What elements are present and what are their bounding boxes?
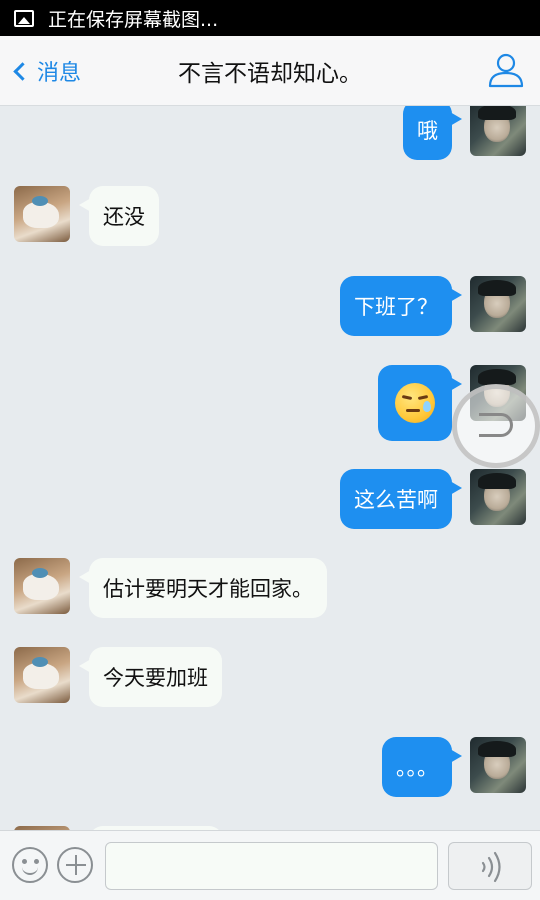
nav-bar: 消息 不言不语却知心。	[0, 36, 540, 106]
message-row: 哦	[0, 106, 540, 164]
page-title: 不言不语却知心。	[178, 61, 362, 87]
message-bubble[interactable]: 还没	[79, 186, 159, 246]
my-avatar[interactable]	[470, 106, 526, 156]
sweat-emoji-icon	[395, 383, 435, 423]
message-text: 哦	[417, 119, 438, 143]
message-bubble[interactable]: 。。。	[382, 737, 462, 797]
image-icon	[14, 9, 34, 27]
return-icon	[479, 413, 513, 437]
message-row: 还没	[0, 186, 540, 248]
floating-assist-button[interactable]	[452, 384, 540, 468]
contact-avatar[interactable]	[14, 186, 70, 242]
message-text: 这么苦啊	[354, 488, 438, 512]
message-text: 估计要明天才能回家。	[103, 577, 313, 601]
my-avatar[interactable]	[470, 469, 526, 525]
my-avatar[interactable]	[470, 276, 526, 332]
emoji-icon[interactable]	[12, 847, 48, 883]
contact-avatar[interactable]	[14, 558, 70, 614]
message-row: 这么苦啊	[0, 469, 540, 531]
message-bubble[interactable]	[378, 365, 462, 441]
message-bubble[interactable]: 哦	[403, 106, 462, 160]
message-bubble[interactable]: 这么苦啊	[340, 469, 462, 529]
message-text: 下班了？	[354, 295, 438, 319]
status-bar: 正在保存屏幕截图...	[0, 0, 540, 36]
status-text: 正在保存屏幕截图...	[48, 8, 219, 31]
message-text: 还没	[103, 205, 145, 229]
message-row: 下班了？	[0, 276, 540, 338]
message-input[interactable]	[105, 842, 438, 890]
message-row: 今天要加班	[0, 647, 540, 709]
message-text: 。。。	[396, 756, 438, 780]
message-bubble[interactable]: 估计要明天才能回家。	[79, 558, 327, 618]
message-bubble[interactable]: 下班了？	[340, 276, 462, 336]
message-bubble[interactable]: 今天要加班	[79, 647, 222, 707]
message-row: 。。。	[0, 737, 540, 799]
message-row: 估计要明天才能回家。	[0, 558, 540, 620]
my-avatar[interactable]	[470, 737, 526, 793]
plus-icon[interactable]	[57, 847, 93, 883]
profile-icon[interactable]	[486, 50, 526, 90]
voice-button[interactable]	[448, 842, 532, 890]
input-bar	[0, 830, 540, 900]
message-text: 今天要加班	[103, 666, 208, 690]
contact-avatar[interactable]	[14, 647, 70, 703]
voice-icon	[481, 851, 501, 883]
chat-area[interactable]: 哦 还没 下班了？ 这么苦啊 估计要明天才能回家。 今天要加班 。。。	[0, 106, 540, 830]
